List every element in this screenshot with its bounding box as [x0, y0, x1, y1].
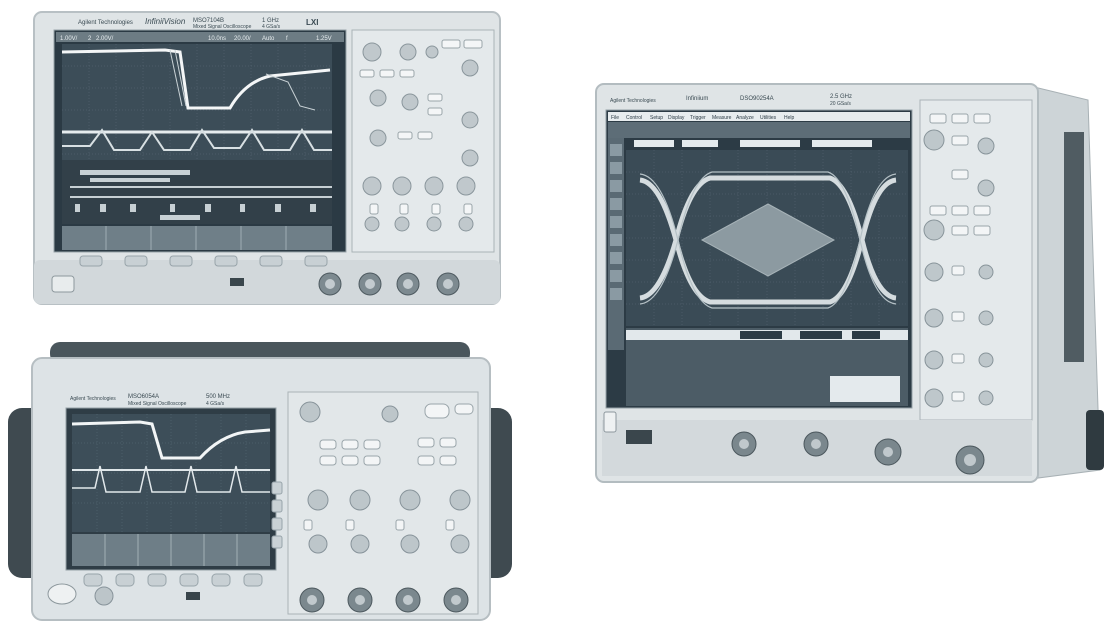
status-delay: 20.00/: [234, 36, 251, 42]
menu-control[interactable]: Control: [626, 115, 642, 121]
sample-rate-label: 20 GSa/s: [830, 101, 851, 107]
brand-label: Agilent Technologies: [70, 396, 116, 402]
menu-trigger[interactable]: Trigger: [690, 115, 706, 121]
model-sub-label: Mixed Signal Oscilloscope: [128, 401, 187, 407]
usb-port: [626, 430, 652, 444]
menu-measure[interactable]: Measure: [712, 115, 732, 121]
oscilloscope-top-left: Agilent Technologies InfiniiVision MSO71…: [33, 11, 501, 305]
model-sub-label: Mixed Signal Oscilloscope: [193, 24, 252, 30]
oscilloscope-right: Agilent Technologies Infiniium DSO90254A…: [595, 83, 1104, 483]
status-trigger-mode: Auto: [262, 36, 275, 42]
status-trigger-level: 1.25V: [316, 36, 332, 42]
status-ch1: 1.00V/: [60, 36, 78, 42]
brand-label: Agilent Technologies: [610, 98, 656, 104]
brand-label: Agilent Technologies: [78, 20, 133, 26]
usb-port: [230, 278, 244, 286]
bandwidth-label: 2.5 GHz: [830, 94, 852, 100]
series-label: Infiniium: [686, 96, 708, 102]
model-label: DSO90254A: [740, 96, 774, 102]
menu-utilities[interactable]: Utilities: [760, 115, 777, 121]
menu-display[interactable]: Display: [668, 115, 685, 121]
sample-rate-label: 4 GSa/s: [206, 401, 225, 407]
model-label: MSO6054A: [128, 394, 159, 400]
menu-setup[interactable]: Setup: [650, 115, 663, 121]
menu-help[interactable]: Help: [784, 115, 795, 121]
power-button: [47, 583, 77, 605]
lxi-logo: LXI: [306, 18, 318, 27]
menu-file[interactable]: File: [611, 115, 619, 121]
status-timebase: 10.0ns: [208, 36, 226, 42]
sample-rate-label: 4 GSa/s: [262, 24, 281, 30]
series-label: InfiniiVision: [145, 17, 186, 26]
power-button: [603, 411, 617, 433]
menu-analyze[interactable]: Analyze: [736, 115, 754, 121]
power-button: [51, 275, 75, 293]
usb-port: [186, 592, 200, 600]
bandwidth-label: 500 MHz: [206, 394, 230, 400]
oscilloscope-bottom-left: Agilent Technologies MSO6054A Mixed Sign…: [8, 342, 512, 621]
status-ch2: 2.00V/: [96, 36, 114, 42]
